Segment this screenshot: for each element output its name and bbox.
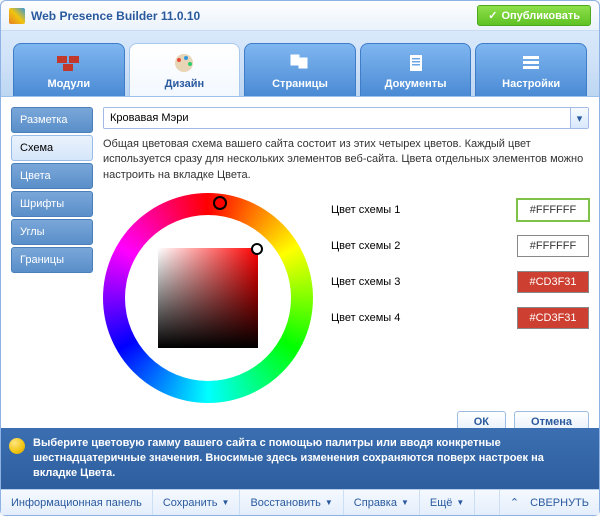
cancel-button[interactable]: Отмена [514, 411, 589, 428]
color-label: Цвет схемы 2 [331, 240, 507, 252]
pages-icon [286, 52, 314, 74]
documents-icon [402, 52, 430, 74]
design-icon [170, 52, 198, 74]
footer-info-panel[interactable]: Информационная панель [1, 490, 153, 515]
modules-icon [55, 52, 83, 74]
chevron-down-icon: ▼ [401, 498, 409, 507]
color-swatch-4[interactable]: #CD3F31 [517, 307, 589, 329]
picker-area: Цвет схемы 1#FFFFFF Цвет схемы 2#FFFFFF … [103, 193, 589, 403]
chevron-down-icon[interactable]: ▾ [570, 108, 588, 128]
tab-settings[interactable]: Настройки [475, 43, 587, 96]
color-row-3: Цвет схемы 3 #CD3F31 [331, 271, 589, 293]
color-label: Цвет схемы 1 [331, 204, 507, 216]
ok-button[interactable]: ОК [457, 411, 506, 428]
sidetab-layout[interactable]: Разметка [11, 107, 93, 133]
chevron-down-icon: ▼ [456, 498, 464, 507]
color-row-1: Цвет схемы 1 #FFFFFF [331, 199, 589, 221]
sidetab-borders[interactable]: Границы [11, 247, 93, 273]
scheme-input[interactable] [104, 108, 570, 128]
color-swatch-2[interactable]: #FFFFFF [517, 235, 589, 257]
sidetab-fonts[interactable]: Шрифты [11, 191, 93, 217]
description-text: Общая цветовая схема вашего сайта состои… [103, 137, 589, 183]
app-title: Web Presence Builder 11.0.10 [31, 9, 477, 23]
color-swatch-1[interactable]: #FFFFFF [517, 199, 589, 221]
side-tabs: Разметка Схема Цвета Шрифты Углы Границы [11, 107, 93, 418]
main-tabbar: Модули Дизайн Страницы Документы Настрой… [1, 31, 599, 97]
color-label: Цвет схемы 3 [331, 276, 507, 288]
footer-more[interactable]: Ещё▼ [420, 490, 475, 515]
publish-button[interactable]: Опубликовать [477, 5, 591, 26]
settings-icon [517, 52, 545, 74]
color-wheel[interactable] [103, 193, 313, 403]
app-window: Web Presence Builder 11.0.10 Опубликоват… [0, 0, 600, 516]
collapse-icon: ⌃ [510, 496, 519, 509]
tab-design[interactable]: Дизайн [129, 43, 241, 96]
hint-bar: Выберите цветовую гамму вашего сайта с п… [1, 428, 599, 489]
color-label: Цвет схемы 4 [331, 312, 507, 324]
sidetab-corners[interactable]: Углы [11, 219, 93, 245]
app-icon [9, 8, 25, 24]
chevron-down-icon: ▼ [222, 498, 230, 507]
chevron-down-icon: ▼ [325, 498, 333, 507]
footer-restore[interactable]: Восстановить▼ [240, 490, 343, 515]
tab-pages[interactable]: Страницы [244, 43, 356, 96]
footer-save[interactable]: Сохранить▼ [153, 490, 241, 515]
tab-documents[interactable]: Документы [360, 43, 472, 96]
main-pane: ▾ Общая цветовая схема вашего сайта сост… [103, 107, 589, 418]
color-list: Цвет схемы 1#FFFFFF Цвет схемы 2#FFFFFF … [331, 193, 589, 329]
titlebar: Web Presence Builder 11.0.10 Опубликоват… [1, 1, 599, 31]
footer-help[interactable]: Справка▼ [344, 490, 420, 515]
color-row-4: Цвет схемы 4 #CD3F31 [331, 307, 589, 329]
footer-collapse[interactable]: ⌃ СВЕРНУТЬ [499, 490, 599, 515]
sidetab-colors[interactable]: Цвета [11, 163, 93, 189]
tab-modules[interactable]: Модули [13, 43, 125, 96]
color-swatch-3[interactable]: #CD3F31 [517, 271, 589, 293]
color-row-2: Цвет схемы 2 #FFFFFF [331, 235, 589, 257]
scheme-select[interactable]: ▾ [103, 107, 589, 129]
footer-bar: Информационная панель Сохранить▼ Восстан… [1, 489, 599, 515]
sv-square[interactable] [158, 248, 258, 348]
content-body: Разметка Схема Цвета Шрифты Углы Границы… [1, 97, 599, 428]
dialog-buttons: ОК Отмена [103, 403, 589, 428]
sidetab-scheme[interactable]: Схема [11, 135, 93, 161]
